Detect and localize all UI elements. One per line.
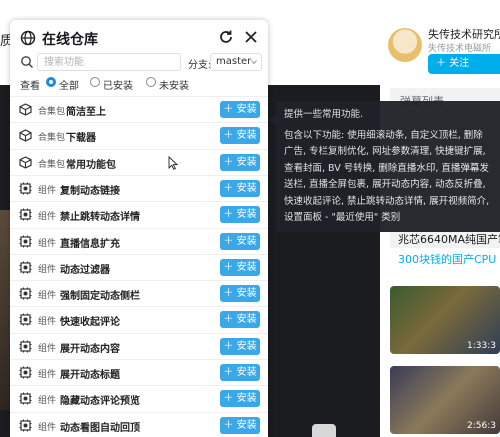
feature-row[interactable]: 组件 展开动态内容 ＋ 安装 — [10, 332, 268, 359]
row-name: 复制动态链接 — [60, 185, 120, 197]
recommended-title[interactable]: 兆芯6640MA纯国产笔记 — [398, 231, 500, 247]
row-type: 组件 — [38, 422, 57, 433]
branch-select[interactable]: master — [210, 53, 262, 71]
feature-row[interactable]: 合集包 常用功能包 ＋ 安装 — [10, 148, 268, 175]
component-icon — [19, 208, 32, 221]
feature-row[interactable]: 组件 动态看图自动回顶 ＋ 安装 — [10, 411, 268, 437]
video-thumbnail[interactable]: 1:33:3 — [390, 286, 500, 354]
feature-row[interactable]: 组件 展开动态标题 ＋ 安装 — [10, 359, 268, 385]
component-icon — [19, 366, 32, 379]
row-name: 隐藏动态评论预览 — [60, 396, 140, 408]
row-name: 常用功能包 — [66, 159, 116, 171]
up-name[interactable]: 失传技术研究所 — [428, 26, 500, 42]
row-type: 组件 — [38, 370, 57, 380]
filter-label: 未安装 — [159, 81, 189, 92]
video-thumbnail[interactable]: 2:56:3 — [390, 366, 500, 434]
chevron-down-icon — [251, 60, 257, 65]
row-name: 展开动态内容 — [60, 343, 120, 355]
refresh-icon[interactable] — [218, 29, 234, 45]
row-type: 组件 — [38, 317, 57, 328]
feature-row[interactable]: 组件 直播信息扩充 ＋ 安装 — [10, 227, 268, 254]
install-button[interactable]: ＋ 安装 — [220, 127, 260, 145]
row-name: 动态过滤器 — [60, 264, 110, 276]
row-name: 直播信息扩充 — [60, 238, 120, 250]
component-icon — [19, 287, 32, 300]
row-type: 组件 — [38, 396, 57, 407]
radio-indicator — [46, 77, 56, 87]
branch-value: master — [216, 56, 252, 67]
row-type: 合集包 — [38, 159, 66, 170]
install-button[interactable]: ＋ 安装 — [220, 416, 260, 434]
install-button[interactable]: ＋ 安装 — [220, 232, 260, 250]
branch-label: 分支: — [188, 60, 212, 71]
component-icon — [19, 419, 32, 432]
install-button[interactable]: ＋ 安装 — [220, 311, 260, 329]
feature-tooltip: 提供一些常用功能. 包含以下功能: 使用细滚动条, 自定义顶栏, 删除广告, 专… — [276, 101, 500, 232]
component-icon — [19, 182, 32, 195]
feature-row[interactable]: 合集包 下载器 ＋ 安装 — [10, 122, 268, 148]
row-type: 组件 — [38, 238, 57, 249]
up-subtitle: 失传技术电磁所 — [428, 44, 492, 54]
filter-label: 全部 — [59, 81, 79, 92]
filter-label: 已安装 — [103, 81, 133, 92]
component-icon — [19, 340, 32, 353]
tooltip-title: 提供一些常用功能. — [284, 109, 364, 120]
search-input[interactable] — [37, 53, 181, 71]
component-icon — [19, 392, 32, 405]
row-name: 简洁至上 — [66, 107, 106, 118]
row-type: 合集包 — [38, 107, 66, 117]
install-button[interactable]: ＋ 安装 — [220, 258, 260, 276]
feature-row[interactable]: 组件 隐藏动态评论预览 ＋ 安装 — [10, 385, 268, 411]
feature-row[interactable]: 组件 复制动态链接 ＋ 安装 — [10, 174, 268, 201]
install-button[interactable]: ＋ 安装 — [220, 206, 260, 224]
close-icon[interactable] — [243, 29, 259, 45]
radio-indicator — [90, 77, 100, 87]
install-button[interactable]: ＋ 安装 — [220, 179, 260, 197]
row-name: 下载器 — [66, 133, 96, 145]
up-avatar[interactable] — [388, 28, 422, 62]
component-icon — [19, 235, 32, 248]
component-icon — [19, 313, 32, 326]
install-button[interactable]: ＋ 安装 — [220, 285, 260, 303]
row-type: 组件 — [38, 185, 57, 196]
package-icon — [19, 103, 32, 116]
globe-icon — [20, 30, 36, 46]
install-button[interactable]: ＋ 安装 — [220, 337, 260, 355]
install-button[interactable]: ＋ 安装 — [220, 364, 260, 381]
radio-indicator — [146, 77, 156, 87]
recommended-link[interactable]: 300块钱的国产CPU — [398, 251, 496, 267]
row-type: 组件 — [38, 212, 57, 223]
panel-title: 在线仓库 — [42, 32, 98, 48]
feature-row[interactable]: 组件 快速收起评论 ＋ 安装 — [10, 306, 268, 332]
install-button[interactable]: ＋ 安装 — [220, 390, 260, 408]
package-icon — [19, 129, 32, 142]
feature-row[interactable]: 组件 动态过滤器 ＋ 安装 — [10, 253, 268, 280]
video-duration: 2:56:3 — [467, 421, 496, 431]
search-icon — [21, 56, 34, 69]
package-icon — [19, 155, 32, 169]
video-duration: 1:33:3 — [467, 341, 496, 351]
install-button[interactable]: ＋ 安装 — [220, 101, 260, 118]
row-type: 组件 — [38, 343, 57, 354]
row-name: 禁止跳转动态详情 — [60, 212, 140, 224]
mouse-cursor-icon — [168, 156, 178, 170]
view-filter-label: 查看 — [20, 81, 40, 92]
panel-header: 在线仓库 — [10, 20, 268, 54]
row-name: 展开动态标题 — [60, 370, 120, 381]
feature-row[interactable]: 组件 禁止跳转动态详情 ＋ 安装 — [10, 201, 268, 227]
tv-icon — [312, 424, 336, 437]
row-name: 快速收起评论 — [60, 317, 120, 329]
install-button[interactable]: ＋ 安装 — [220, 153, 260, 171]
tooltip-body: 包含以下功能: 使用细滚动条, 自定义顶栏, 删除广告, 专栏复制优化, 网址参… — [284, 129, 490, 224]
online-repository-panel: 在线仓库 分支: master 查看 全部 已安装 未安装 合集包简洁至上＋ 安… — [10, 20, 268, 437]
row-name: 动态看图自动回顶 — [60, 422, 140, 434]
row-name: 强制固定动态侧栏 — [60, 291, 140, 303]
feature-row[interactable]: 合集包 简洁至上 ＋ 安装 — [10, 96, 268, 122]
follow-button[interactable]: ＋ 关注 — [428, 54, 500, 74]
row-type: 组件 — [38, 291, 57, 302]
row-type: 合集包 — [38, 133, 66, 144]
feature-row[interactable]: 组件 强制固定动态侧栏 ＋ 安装 — [10, 280, 268, 306]
row-type: 组件 — [38, 264, 57, 275]
component-icon — [19, 261, 32, 274]
